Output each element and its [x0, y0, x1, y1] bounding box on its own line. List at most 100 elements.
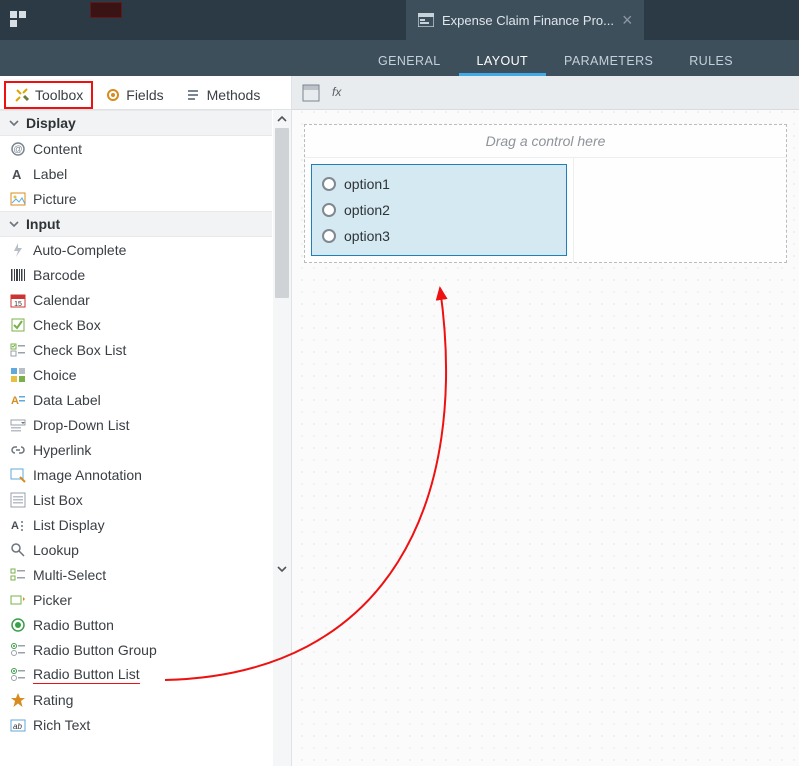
radio-option-2[interactable]: option2	[322, 197, 556, 223]
item-rich-text[interactable]: abRich Text	[0, 712, 272, 737]
panel-tab-fields[interactable]: Fields	[95, 81, 173, 109]
radio-option-1[interactable]: option1	[322, 171, 556, 197]
decorative-red-box	[90, 2, 122, 18]
radio-list-icon	[10, 667, 26, 683]
item-barcode[interactable]: Barcode	[0, 262, 272, 287]
group-display[interactable]: Display	[0, 110, 272, 136]
panel-tab-methods-label: Methods	[207, 87, 261, 103]
group-input-label: Input	[26, 216, 60, 232]
canvas-toolbar: fx	[292, 76, 799, 110]
tab-general[interactable]: GENERAL	[360, 54, 459, 76]
list-display-icon: A	[10, 517, 26, 533]
item-picture[interactable]: Picture	[0, 186, 272, 211]
item-calendar[interactable]: 15Calendar	[0, 287, 272, 312]
radio-option-2-label: option2	[344, 202, 390, 218]
item-image-annotation-label: Image Annotation	[33, 467, 142, 483]
view-tabs: GENERAL LAYOUT PARAMETERS RULES	[0, 40, 799, 76]
item-list-box[interactable]: List Box	[0, 487, 272, 512]
item-picture-label: Picture	[33, 191, 77, 207]
scrollbar[interactable]	[273, 110, 291, 766]
item-radio-button-group[interactable]: Radio Button Group	[0, 637, 272, 662]
canvas-area: fx Drag a control here option1 option2 o…	[292, 76, 799, 766]
panel-tab-toolbox[interactable]: Toolbox	[4, 81, 93, 109]
fields-icon	[105, 87, 121, 103]
picker-icon	[10, 592, 26, 608]
item-list-display-label: List Display	[33, 517, 105, 533]
svg-text:@: @	[13, 144, 22, 154]
item-radio-button-group-label: Radio Button Group	[33, 642, 157, 658]
methods-icon	[186, 87, 202, 103]
item-lookup[interactable]: Lookup	[0, 537, 272, 562]
content-icon: @	[10, 141, 26, 157]
data-label-icon: A	[10, 392, 26, 408]
radio-group-icon	[10, 642, 26, 658]
item-list-display[interactable]: A List Display	[0, 512, 272, 537]
item-hyperlink[interactable]: Hyperlink	[0, 437, 272, 462]
item-auto-complete[interactable]: Auto-Complete	[0, 237, 272, 262]
item-rating[interactable]: Rating	[0, 687, 272, 712]
barcode-icon	[10, 267, 26, 283]
app-menu-icon[interactable]	[10, 11, 28, 29]
list-box-icon	[10, 492, 26, 508]
file-tab-strip: Expense Claim Finance Pro... ×	[406, 0, 644, 40]
scroll-down-icon[interactable]	[273, 560, 291, 578]
choice-icon	[10, 367, 26, 383]
drop-zone[interactable]: Drag a control here option1 option2 opti…	[304, 124, 787, 263]
panel-tab-toolbox-label: Toolbox	[35, 87, 83, 103]
layout-cell-right[interactable]	[574, 158, 786, 262]
item-label[interactable]: A Label	[0, 161, 272, 186]
radio-icon	[322, 203, 336, 217]
rich-text-icon: ab	[10, 717, 26, 733]
form-icon	[418, 13, 434, 27]
item-drop-down-list-label: Drop-Down List	[33, 417, 129, 433]
tab-rules[interactable]: RULES	[671, 54, 751, 76]
tab-layout[interactable]: LAYOUT	[459, 54, 547, 76]
link-icon	[10, 442, 26, 458]
close-icon[interactable]: ×	[622, 11, 633, 29]
label-icon: A	[10, 166, 26, 182]
tools-icon	[14, 87, 30, 103]
item-drop-down-list[interactable]: Drop-Down List	[0, 412, 272, 437]
radio-option-3[interactable]: option3	[322, 223, 556, 249]
panel-tab-methods[interactable]: Methods	[176, 81, 271, 109]
item-rating-label: Rating	[33, 692, 73, 708]
radio-icon	[322, 177, 336, 191]
fx-icon[interactable]: fx	[332, 84, 350, 102]
item-multi-select[interactable]: Multi-Select	[0, 562, 272, 587]
svg-text:fx: fx	[332, 85, 342, 99]
toolbox-list: Display @ Content A Label Picture In	[0, 110, 274, 766]
svg-text:ab: ab	[13, 722, 22, 731]
layout-icon[interactable]	[302, 84, 320, 102]
app-titlebar: Expense Claim Finance Pro... ×	[0, 0, 799, 40]
item-auto-complete-label: Auto-Complete	[33, 242, 126, 258]
item-check-box-list[interactable]: Check Box List	[0, 337, 272, 362]
radio-button-list-control[interactable]: option1 option2 option3	[311, 164, 567, 256]
chevron-down-icon	[8, 117, 20, 129]
panel-tabs: Toolbox Fields Methods	[0, 76, 291, 110]
radio-option-1-label: option1	[344, 176, 390, 192]
item-radio-button-list[interactable]: Radio Button List	[0, 662, 272, 687]
item-content[interactable]: @ Content	[0, 136, 272, 161]
item-radio-button[interactable]: Radio Button	[0, 612, 272, 637]
item-picker[interactable]: Picker	[0, 587, 272, 612]
item-choice[interactable]: Choice	[0, 362, 272, 387]
checkbox-list-icon	[10, 342, 26, 358]
file-tab[interactable]: Expense Claim Finance Pro... ×	[406, 0, 644, 40]
scroll-up-icon[interactable]	[273, 110, 291, 128]
item-list-box-label: List Box	[33, 492, 83, 508]
radio-option-3-label: option3	[344, 228, 390, 244]
item-image-annotation[interactable]: Image Annotation	[0, 462, 272, 487]
tab-parameters[interactable]: PARAMETERS	[546, 54, 671, 76]
item-barcode-label: Barcode	[33, 267, 85, 283]
radio-icon	[322, 229, 336, 243]
group-display-label: Display	[26, 115, 76, 131]
scroll-thumb[interactable]	[275, 128, 289, 298]
design-canvas[interactable]: Drag a control here option1 option2 opti…	[292, 110, 799, 766]
item-data-label[interactable]: AData Label	[0, 387, 272, 412]
item-radio-button-list-label: Radio Button List	[33, 666, 140, 684]
group-input[interactable]: Input	[0, 211, 272, 237]
layout-cell-left[interactable]: option1 option2 option3	[305, 158, 574, 262]
panel-tab-fields-label: Fields	[126, 87, 163, 103]
bolt-icon	[10, 242, 26, 258]
item-check-box[interactable]: Check Box	[0, 312, 272, 337]
